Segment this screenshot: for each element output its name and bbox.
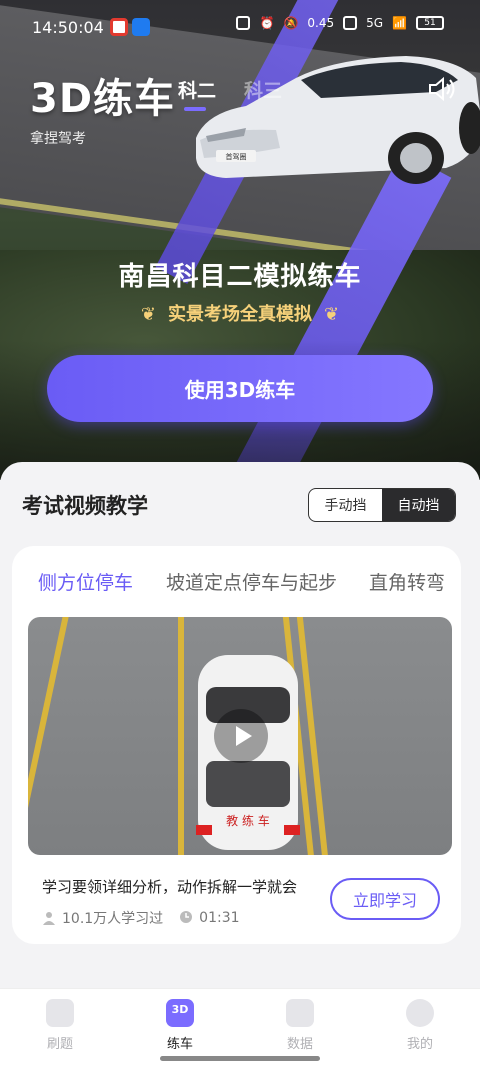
battery-icon: 51 <box>416 16 444 30</box>
smiley-profile-icon <box>406 999 434 1027</box>
lesson-meta: 10.1万人学习过 01:31 <box>42 908 240 928</box>
nav-label: 数据 <box>286 1037 313 1052</box>
status-time: 14:50:04 <box>32 18 104 37</box>
learners-text: 10.1万人学习过 <box>62 911 164 927</box>
learners-count: 10.1万人学习过 <box>42 908 163 928</box>
gear-toggle: 手动挡 自动挡 <box>308 488 456 522</box>
home-indicator[interactable] <box>160 1056 320 1061</box>
laurel-right-icon: ❦ <box>324 304 340 325</box>
manual-gear-option[interactable]: 手动挡 <box>309 489 382 521</box>
tab-subject-two[interactable]: 科二 <box>178 76 216 111</box>
brand-slogan: 拿捏驾考 <box>30 131 86 147</box>
hero-title: 南昌科目二模拟练车 <box>118 262 362 292</box>
wifi-icon: 📶 <box>392 16 407 30</box>
nav-item-practice[interactable]: 3D 练车 <box>135 999 225 1052</box>
car-plate: 首驾圈 <box>226 152 247 161</box>
question-bank-icon <box>46 999 74 1027</box>
lesson-description: 学习要领详细分析，动作拆解一学就会 <box>42 878 298 896</box>
laurel-left-icon: ❦ <box>140 304 156 325</box>
status-icons: ⏰ 🔕 0.45 5G 📶 51 <box>236 16 444 30</box>
status-bar: 14:50:04 ⏰ 🔕 0.45 5G 📶 51 <box>0 0 480 50</box>
practice-3d-icon: 3D <box>166 999 194 1027</box>
tab-parallel-parking[interactable]: 侧方位停车 <box>38 568 133 595</box>
nav-item-data[interactable]: 数据 <box>255 999 345 1052</box>
auto-gear-option[interactable]: 自动挡 <box>382 489 455 521</box>
clock-icon <box>180 911 193 923</box>
stats-chart-icon <box>286 999 314 1027</box>
nav-label: 我的 <box>406 1037 433 1052</box>
nav-label: 刷题 <box>46 1037 73 1052</box>
tab-right-angle-turn[interactable]: 直角转弯 <box>369 568 445 595</box>
video-thumbnail[interactable]: 教 练 车 <box>28 617 452 855</box>
nfc-icon <box>236 16 251 30</box>
tab-subject-three[interactable]: 科三 <box>244 76 282 103</box>
alarm-icon: ⏰ <box>259 16 275 30</box>
nav-label: 练车 <box>166 1037 193 1052</box>
hero-subtitle-text: 实景考场全真模拟 <box>168 304 312 325</box>
speed-indicator: 0.45 <box>307 16 335 30</box>
play-icon[interactable] <box>214 709 268 763</box>
section-title: 考试视频教学 <box>22 494 148 518</box>
brand-logo: 3D练车 <box>30 76 176 122</box>
lesson-tabs: 侧方位停车 坡道定点停车与起步 直角转弯 <box>12 568 461 600</box>
nav-item-profile[interactable]: 我的 <box>375 999 465 1052</box>
lesson-card: 侧方位停车 坡道定点停车与起步 直角转弯 教 练 车 学习要领详细分析，动作拆解… <box>12 546 461 944</box>
mute-icon: 🔕 <box>283 16 299 30</box>
training-car-text: 教 练 车 <box>226 813 270 828</box>
tab-hill-start[interactable]: 坡道定点停车与起步 <box>166 568 337 595</box>
use-3d-practice-button[interactable]: 使用3D练车 <box>47 355 433 422</box>
hd-icon <box>343 16 358 30</box>
duration-text: 01:31 <box>199 910 240 926</box>
hero-banner: 首驾圈 14:50:04 ⏰ 🔕 0.45 5G 📶 51 3D练车 科二 科三… <box>0 0 480 480</box>
user-icon <box>43 912 55 925</box>
nav-item-questions[interactable]: 刷题 <box>15 999 105 1052</box>
learn-now-button[interactable]: 立即学习 <box>330 878 440 920</box>
speaker-icon[interactable] <box>426 74 456 104</box>
notification-app-icon <box>132 18 150 36</box>
content-sheet: 考试视频教学 手动挡 自动挡 侧方位停车 坡道定点停车与起步 直角转弯 教 练 … <box>0 462 480 992</box>
hero-subtitle: ❦ 实景考场全真模拟 ❦ <box>0 300 480 326</box>
notification-app-icon <box>110 18 128 36</box>
video-duration: 01:31 <box>179 910 240 926</box>
network-label: 5G <box>366 16 384 30</box>
subject-tabs: 科二 科三 <box>178 76 282 111</box>
lane-line <box>28 617 71 855</box>
